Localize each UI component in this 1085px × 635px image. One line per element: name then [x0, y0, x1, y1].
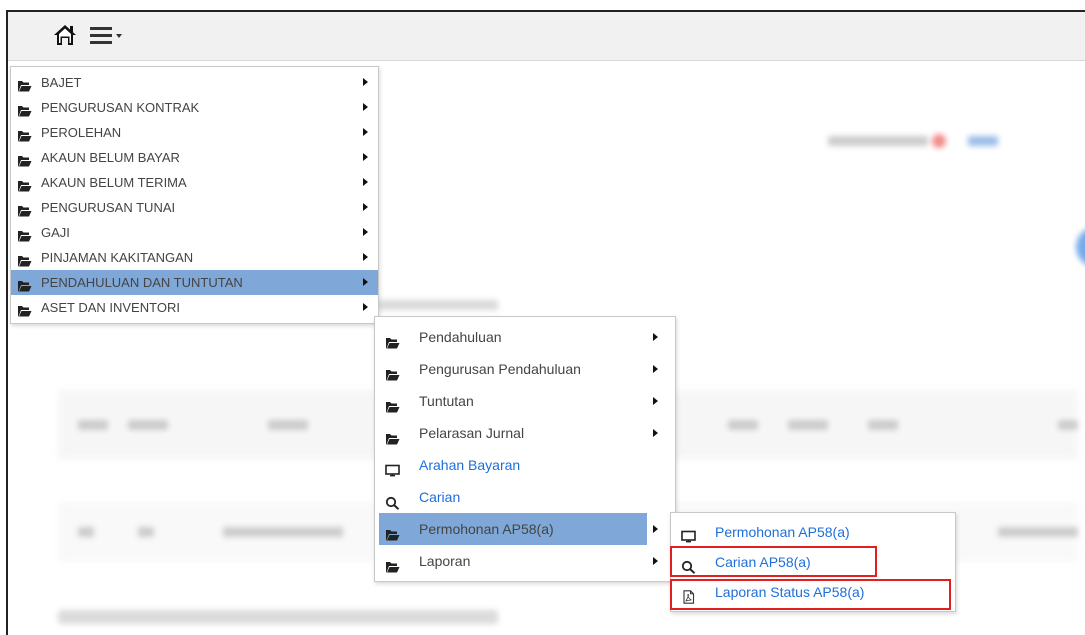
folder-open-icon — [385, 554, 400, 573]
subsubmenu-item-laporan-status-ap58a[interactable]: Laporan Status AP58(a) — [671, 577, 955, 607]
folder-open-icon — [385, 426, 400, 445]
submenu-item-label: Tuntutan — [419, 393, 474, 409]
folder-open-icon — [385, 394, 400, 413]
search-icon — [681, 555, 696, 574]
folder-open-icon — [17, 226, 32, 242]
main-menu-item-pinjaman-kakitangan[interactable]: PINJAMAN KAKITANGAN — [11, 245, 378, 270]
caret-right-icon — [363, 128, 368, 136]
main-menu-item-pengurusan-kontrak[interactable]: PENGURUSAN KONTRAK — [11, 95, 378, 120]
folder-open-icon — [17, 201, 32, 217]
main-menu-item-label: AKAUN BELUM BAYAR — [41, 150, 180, 165]
folder-open-icon — [385, 362, 400, 381]
submenu-item-label: Carian — [419, 489, 461, 505]
folder-open-icon — [385, 330, 400, 349]
main-menu-item-pengurusan-tunai[interactable]: PENGURUSAN TUNAI — [11, 195, 378, 220]
folder-open-icon — [17, 101, 32, 117]
main-menu-item-akaun-belum-terima[interactable]: AKAUN BELUM TERIMA — [11, 170, 378, 195]
submenu-item-pelarasan-jurnal[interactable]: Pelarasan Jurnal — [375, 417, 675, 449]
caret-right-icon — [653, 365, 658, 373]
main-menu: BAJET PENGURUSAN KONTRAK PEROLEHAN AKAUN BE… — [10, 66, 379, 324]
folder-open-icon — [17, 76, 32, 92]
submenu-item-pendahuluan[interactable]: Pendahuluan — [375, 321, 675, 353]
submenu-item-arahan-bayaran[interactable]: Arahan Bayaran — [375, 449, 675, 481]
caret-right-icon — [363, 78, 368, 86]
main-menu-item-label: PINJAMAN KAKITANGAN — [41, 250, 194, 265]
subsubmenu-item-permohonan-ap58a[interactable]: Permohonan AP58(a) — [671, 517, 955, 547]
folder-open-icon — [17, 251, 32, 267]
folder-open-icon — [17, 176, 32, 192]
main-menu-item-akaun-belum-bayar[interactable]: AKAUN BELUM BAYAR — [11, 145, 378, 170]
monitor-icon — [681, 525, 696, 543]
submenu-item-label: Permohonan AP58(a) — [419, 521, 554, 537]
subsubmenu-item-label: Laporan Status AP58(a) — [715, 584, 865, 600]
blurred-label — [378, 300, 498, 310]
caret-right-icon — [363, 303, 368, 311]
main-menu-item-label: GAJI — [41, 225, 70, 240]
blurred-header-actions — [828, 130, 998, 152]
caret-right-icon — [653, 525, 658, 533]
main-menu-item-gaji[interactable]: GAJI — [11, 220, 378, 245]
submenu-item-laporan[interactable]: Laporan — [375, 545, 675, 577]
permohonan-ap58a-submenu: Permohonan AP58(a) Carian AP58(a) Laporan … — [670, 512, 956, 612]
subsubmenu-item-label: Permohonan AP58(a) — [715, 524, 850, 540]
main-menu-item-label: PEROLEHAN — [41, 125, 122, 140]
folder-open-icon — [17, 301, 32, 317]
submenu-item-label: Arahan Bayaran — [419, 457, 521, 473]
subsubmenu-item-carian-ap58a[interactable]: Carian AP58(a) — [671, 547, 955, 577]
submenu-item-label: Laporan — [419, 553, 471, 569]
search-icon — [385, 490, 400, 510]
caret-right-icon — [363, 253, 368, 261]
submenu-item-label: Pengurusan Pendahuluan — [419, 361, 581, 377]
monitor-icon — [385, 458, 400, 477]
home-icon[interactable] — [52, 22, 78, 48]
folder-open-icon — [17, 276, 32, 292]
top-navbar — [8, 12, 1085, 61]
submenu-item-label: Pelarasan Jurnal — [419, 425, 525, 441]
caret-right-icon — [653, 557, 658, 565]
main-menu-item-label: AKAUN BELUM TERIMA — [41, 175, 187, 190]
hamburger-dropdown-icon[interactable] — [90, 25, 126, 47]
blurred-action-button — [1076, 227, 1085, 267]
submenu-item-pengurusan-pendahuluan[interactable]: Pengurusan Pendahuluan — [375, 353, 675, 385]
folder-open-icon — [17, 151, 32, 167]
main-menu-item-label: PENGURUSAN TUNAI — [41, 200, 176, 215]
caret-right-icon — [363, 228, 368, 236]
pendahuluan-submenu: Pendahuluan Pengurusan Pendahuluan Tuntuta… — [374, 316, 676, 582]
blurred-footer-text — [58, 610, 498, 624]
caret-right-icon — [363, 153, 368, 161]
main-menu-item-label: PENGURUSAN KONTRAK — [41, 100, 200, 115]
main-menu-item-label: BAJET — [41, 75, 82, 90]
pdf-file-icon — [681, 585, 696, 604]
submenu-item-label: Pendahuluan — [419, 329, 502, 345]
main-menu-item-perolehan[interactable]: PEROLEHAN — [11, 120, 378, 145]
caret-right-icon — [653, 397, 658, 405]
subsubmenu-item-label: Carian AP58(a) — [715, 554, 811, 570]
folder-open-icon — [385, 522, 400, 541]
main-menu-item-bajet[interactable]: BAJET — [11, 70, 378, 95]
main-menu-item-aset-dan-inventori[interactable]: ASET DAN INVENTORI — [11, 295, 378, 320]
folder-open-icon — [17, 126, 32, 142]
submenu-item-permohonan-ap58a[interactable]: Permohonan AP58(a) — [379, 513, 658, 545]
main-menu-item-pendahuluan-dan-tuntutan[interactable]: PENDAHULUAN DAN TUNTUTAN — [11, 270, 378, 295]
main-menu-item-label: ASET DAN INVENTORI — [41, 300, 180, 315]
caret-right-icon — [363, 103, 368, 111]
caret-right-icon — [653, 333, 658, 341]
submenu-item-tuntutan[interactable]: Tuntutan — [375, 385, 675, 417]
caret-right-icon — [363, 278, 368, 286]
caret-right-icon — [363, 178, 368, 186]
caret-right-icon — [653, 429, 658, 437]
caret-right-icon — [363, 203, 368, 211]
main-menu-item-label: PENDAHULUAN DAN TUNTUTAN — [41, 275, 243, 290]
submenu-item-carian[interactable]: Carian — [375, 481, 675, 513]
